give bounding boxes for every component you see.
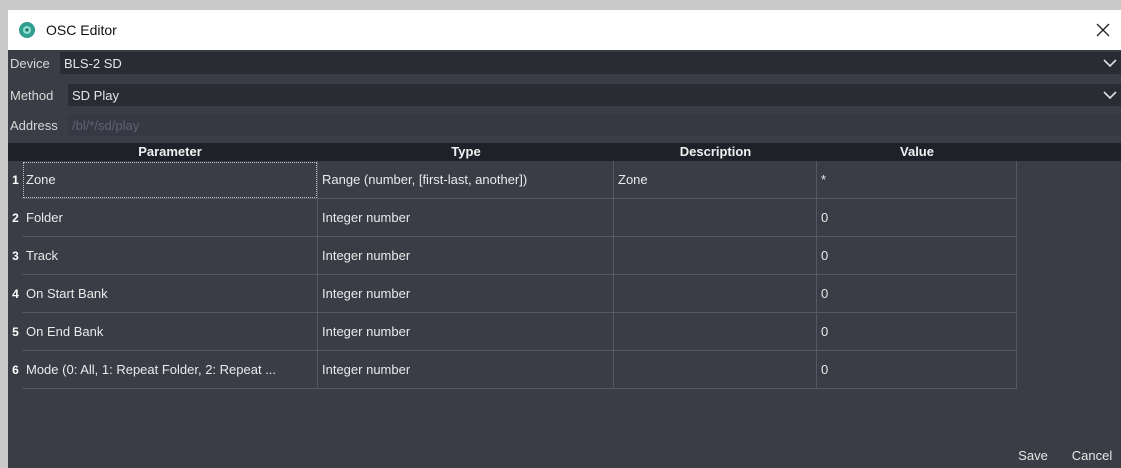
- window-title: OSC Editor: [46, 22, 117, 38]
- cancel-button[interactable]: Cancel: [1066, 444, 1118, 466]
- cell-value[interactable]: *: [817, 161, 1017, 199]
- address-value: /bl/*/sd/play: [72, 117, 140, 133]
- row-number: 1: [12, 173, 19, 187]
- row-number: 3: [12, 249, 19, 263]
- cell-parameter[interactable]: On End Bank: [22, 313, 318, 351]
- cell-description[interactable]: [614, 275, 817, 313]
- cell-parameter[interactable]: On Start Bank: [22, 275, 318, 313]
- cell-type[interactable]: Integer number: [318, 275, 614, 313]
- row-number: 2: [12, 211, 19, 225]
- method-label: Method: [10, 87, 54, 103]
- table-header: Parameter Type Description Value: [8, 143, 1121, 161]
- header-type[interactable]: Type: [318, 143, 614, 161]
- cell-value[interactable]: 0: [817, 275, 1017, 313]
- header-value[interactable]: Value: [817, 143, 1017, 161]
- cell-description[interactable]: [614, 199, 817, 237]
- save-button[interactable]: Save: [1011, 444, 1055, 466]
- cell-description[interactable]: [614, 351, 817, 389]
- title-bar: OSC Editor: [8, 10, 1121, 50]
- cell-value[interactable]: 0: [817, 199, 1017, 237]
- header-description[interactable]: Description: [614, 143, 817, 161]
- cell-description[interactable]: Zone: [614, 161, 817, 199]
- cell-parameter[interactable]: Folder: [22, 199, 318, 237]
- address-row: Address /bl/*/sd/play: [8, 114, 1121, 136]
- cell-parameter[interactable]: Mode (0: All, 1: Repeat Folder, 2: Repea…: [22, 351, 318, 389]
- cell-value[interactable]: 0: [817, 351, 1017, 389]
- cell-type[interactable]: Integer number: [318, 237, 614, 275]
- device-value: BLS-2 SD: [64, 55, 122, 71]
- method-value: SD Play: [72, 87, 119, 103]
- cell-type[interactable]: Range (number, [first-last, another]): [318, 161, 614, 199]
- chevron-down-icon[interactable]: [1103, 57, 1117, 69]
- device-label: Device: [10, 55, 50, 71]
- table-row[interactable]: 6 Mode (0: All, 1: Repeat Folder, 2: Rep…: [8, 351, 1017, 389]
- table-row[interactable]: 1 Zone Range (number, [first-last, anoth…: [8, 161, 1017, 199]
- header-parameter[interactable]: Parameter: [22, 143, 318, 161]
- cell-type[interactable]: Integer number: [318, 199, 614, 237]
- cell-type[interactable]: Integer number: [318, 313, 614, 351]
- cell-value[interactable]: 0: [817, 237, 1017, 275]
- table-row[interactable]: 3 Track Integer number 0: [8, 237, 1017, 275]
- cell-parameter[interactable]: Zone: [22, 161, 318, 199]
- cell-description[interactable]: [614, 313, 817, 351]
- cell-description[interactable]: [614, 237, 817, 275]
- device-select[interactable]: BLS-2 SD: [60, 52, 1121, 74]
- address-label: Address: [10, 117, 58, 133]
- device-row: Device BLS-2 SD: [8, 52, 1121, 74]
- row-number: 6: [12, 363, 19, 377]
- row-number: 5: [12, 325, 19, 339]
- close-icon[interactable]: [1091, 18, 1115, 42]
- address-input[interactable]: /bl/*/sd/play: [68, 114, 1121, 136]
- osc-editor-window: OSC Editor Device BLS-2 SD Method SD Pla…: [8, 10, 1121, 468]
- cell-value[interactable]: 0: [817, 313, 1017, 351]
- app-icon: [19, 22, 35, 38]
- row-number: 4: [12, 287, 19, 301]
- table-row[interactable]: 4 On Start Bank Integer number 0: [8, 275, 1017, 313]
- table-row[interactable]: 2 Folder Integer number 0: [8, 199, 1017, 237]
- table-row[interactable]: 5 On End Bank Integer number 0: [8, 313, 1017, 351]
- chevron-down-icon[interactable]: [1103, 89, 1117, 101]
- cell-parameter[interactable]: Track: [22, 237, 318, 275]
- cell-type[interactable]: Integer number: [318, 351, 614, 389]
- method-select[interactable]: SD Play: [68, 84, 1121, 106]
- method-row: Method SD Play: [8, 84, 1121, 106]
